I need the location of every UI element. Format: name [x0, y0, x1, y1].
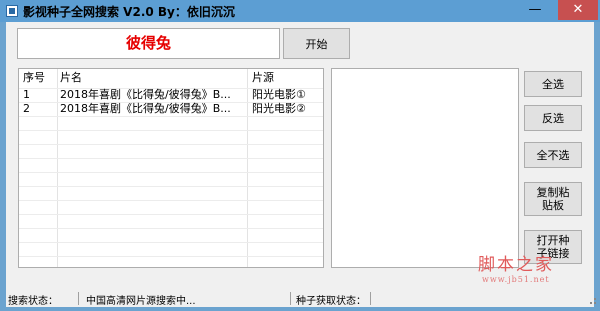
select-none-button[interactable]: 全不选	[524, 142, 582, 168]
search-input[interactable]: 彼得兔	[17, 28, 280, 59]
row-2-title[interactable]: 2018年喜剧《比得兔/彼得兔》B...	[60, 102, 246, 116]
status-divider	[78, 292, 79, 305]
row-divider	[19, 186, 323, 187]
column-divider	[57, 69, 58, 267]
title-bar[interactable]: 影视种子全网搜索 V2.0 By：依旧沉沉 — ✕	[0, 0, 600, 22]
row-divider	[19, 256, 323, 257]
row-2-source[interactable]: 阳光电影②	[252, 102, 322, 116]
column-header-title[interactable]: 片名	[60, 69, 246, 87]
row-divider	[19, 228, 323, 229]
watermark: 脚本之家 www.jb51.net	[478, 250, 554, 284]
start-button[interactable]: 开始	[283, 28, 350, 59]
resize-grip[interactable]	[590, 298, 596, 304]
row-divider	[19, 158, 323, 159]
invert-selection-button[interactable]: 反选	[524, 105, 582, 131]
watermark-logo-text: 脚本之家	[478, 255, 554, 275]
column-header-source[interactable]: 片源	[252, 69, 322, 87]
row-divider	[19, 200, 323, 201]
row-1-index[interactable]: 1	[23, 88, 55, 102]
search-status-label: 搜索状态：	[8, 296, 58, 307]
results-list[interactable]: 序号 片名 片源 1 2018年喜剧《比得兔/彼得兔》B... 阳光电影① 2 …	[18, 68, 324, 268]
app-icon	[6, 5, 18, 17]
row-2-index[interactable]: 2	[23, 102, 55, 116]
app-window: 影视种子全网搜索 V2.0 By：依旧沉沉 — ✕ 彼得兔 开始 序号 片名 片…	[0, 0, 600, 311]
select-all-button[interactable]: 全选	[524, 71, 582, 97]
status-divider	[370, 292, 371, 305]
row-divider	[19, 242, 323, 243]
window-title: 影视种子全网搜索 V2.0 By：依旧沉沉	[23, 5, 235, 19]
column-header-index[interactable]: 序号	[23, 69, 59, 87]
copy-to-clipboard-button[interactable]: 复制粘 贴板	[524, 182, 582, 216]
minimize-button[interactable]: —	[522, 0, 548, 20]
watermark-url: www.jb51.net	[482, 275, 550, 284]
status-divider	[290, 292, 291, 305]
link-output-box[interactable]	[331, 68, 519, 268]
seed-status-label: 种子获取状态：	[296, 296, 366, 307]
close-button[interactable]: ✕	[558, 0, 598, 20]
column-divider	[247, 69, 248, 267]
row-divider	[19, 214, 323, 215]
row-divider	[19, 116, 323, 117]
status-bar: 搜索状态： 中国高清网片源搜索中... 种子获取状态：	[6, 290, 596, 307]
row-1-title[interactable]: 2018年喜剧《比得兔/彼得兔》B...	[60, 88, 246, 102]
row-divider	[19, 172, 323, 173]
search-status-value: 中国高清网片源搜索中...	[86, 296, 196, 307]
row-1-source[interactable]: 阳光电影①	[252, 88, 322, 102]
row-divider	[19, 130, 323, 131]
row-divider	[19, 144, 323, 145]
